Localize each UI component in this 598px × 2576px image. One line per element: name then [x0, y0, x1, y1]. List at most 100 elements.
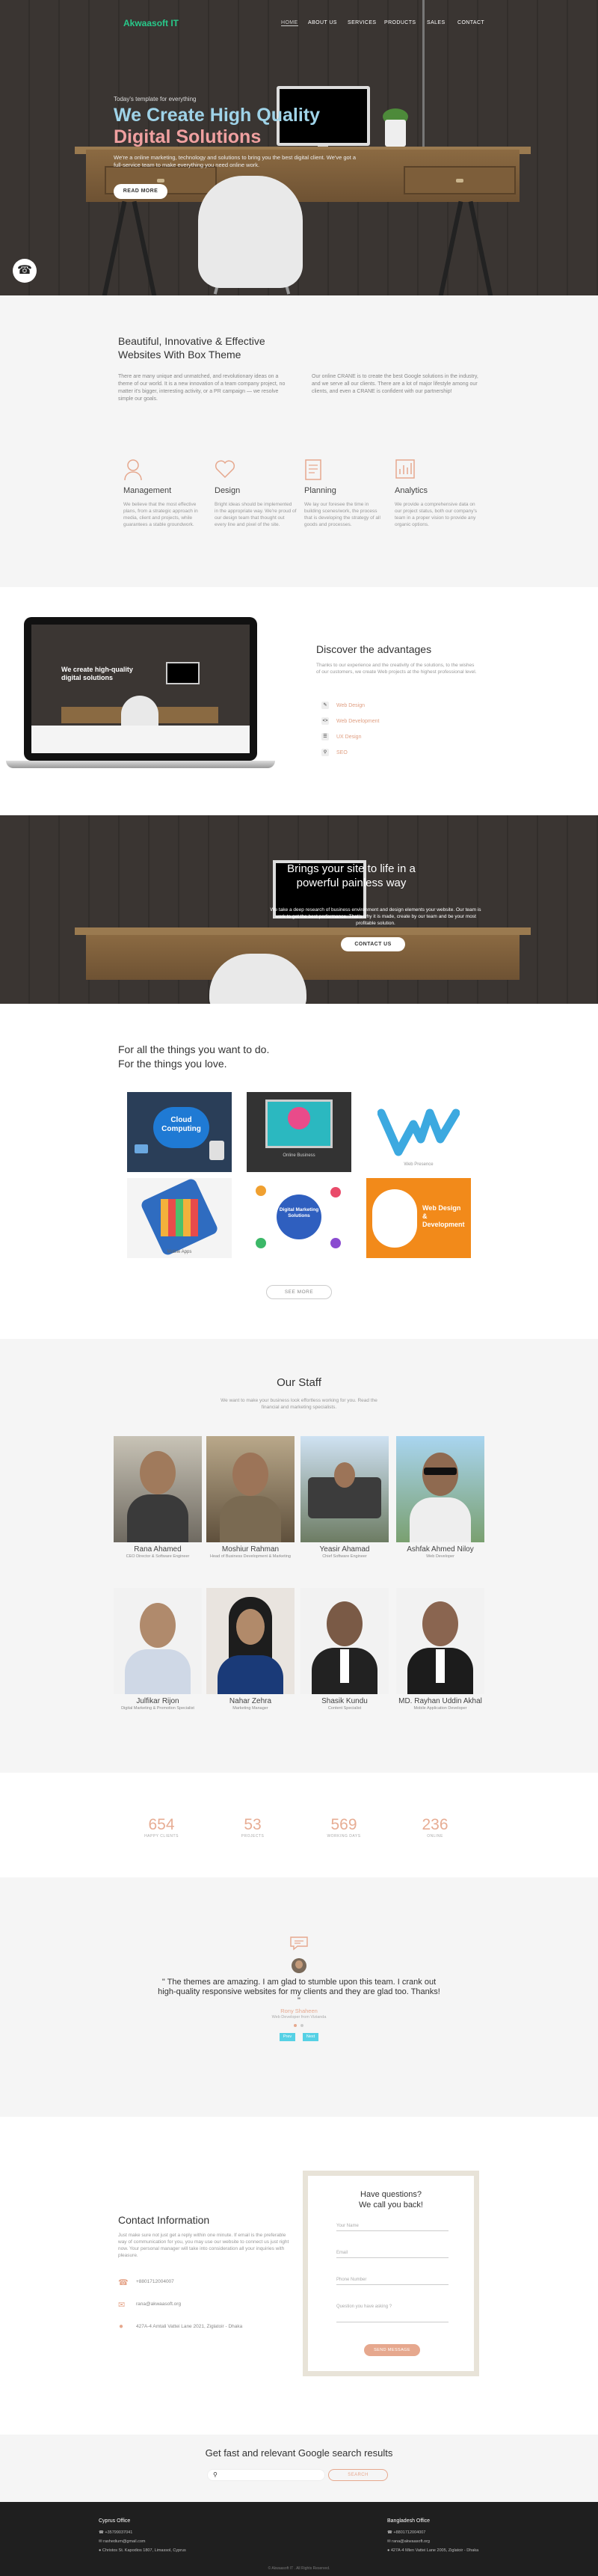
testimonial-author: Rony Shaheen [280, 2008, 318, 2014]
staff-card[interactable]: MD. Rayhan Uddin Akhal Mobile Applicatio… [396, 1588, 484, 1711]
brings-text: We take a deep research of business envi… [270, 907, 481, 926]
name-field[interactable]: Your Name [336, 2224, 449, 2231]
contact-section: Contact Information Just make sure not j… [0, 2117, 598, 2435]
code-icon: <> [321, 717, 329, 725]
tile-digital-marketing[interactable]: Digital Marketing Solutions [247, 1178, 351, 1258]
tile-web-design-development[interactable]: Web Design & Development [366, 1178, 471, 1258]
nav-services[interactable]: SERVICES [348, 20, 376, 25]
laptop-screen-title: We create high-quality digital solutions [61, 666, 133, 681]
advantages-text: Thanks to our experience and the creativ… [316, 663, 477, 675]
footer-text: Christos St. Kapodios 1807, Limassol, Cy… [102, 2548, 186, 2553]
prev-button[interactable]: Prev [280, 2033, 295, 2041]
advantage-label: UX Design [336, 735, 362, 740]
next-button[interactable]: Next [303, 2033, 318, 2041]
footer-right-phone[interactable]: ☎ +8801712004007 [387, 2530, 425, 2535]
form-title: Have questions? We call you back! [308, 2189, 474, 2210]
contact-us-button[interactable]: CONTACT US [341, 937, 405, 951]
chart-icon [395, 459, 477, 484]
question-field[interactable]: Question you have asking ? [336, 2304, 449, 2322]
advantage-item[interactable]: ⚲ SEO [321, 749, 348, 756]
staff-card[interactable]: Shasik Kundu Content Specialist [300, 1588, 389, 1711]
feature-text: We provide a comprehensive data on our p… [395, 502, 477, 527]
testimonial-section: " The themes are amazing. I am glad to s… [0, 1877, 598, 2117]
contact-text: Just make sure not just get a reply with… [118, 2233, 289, 2258]
advantage-item[interactable]: ✎ Web Design [321, 702, 365, 709]
google-search-input[interactable]: ⚲ [207, 2469, 325, 2481]
slider-dot-active[interactable] [294, 2024, 297, 2027]
footer-text: rana@akwaasoft.org [392, 2539, 430, 2544]
staff-role: Chief Software Engineer [322, 1554, 367, 1559]
send-message-button[interactable]: SEND MESSAGE [364, 2344, 420, 2356]
tile-mobile-apps[interactable]: Mobile Apps [127, 1178, 232, 1258]
feature-title: Planning [304, 486, 336, 495]
staff-photo [300, 1436, 389, 1542]
laptop-mockup: We create high-quality digital solutions [24, 617, 257, 761]
contact-title: Contact Information [118, 2214, 210, 2226]
laptop-screen-lower [31, 726, 250, 753]
email-field[interactable]: Email [336, 2251, 449, 2258]
stat-counter: 236 ONLINE [409, 1816, 461, 1839]
staff-card[interactable]: Julfikar Rijon Digital Marketing & Promo… [114, 1588, 202, 1711]
nav-contact[interactable]: CONTACT [457, 20, 484, 25]
advantage-item[interactable]: <> Web Development [321, 717, 379, 725]
staff-name: MD. Rayhan Uddin Akhal [398, 1697, 482, 1705]
contact-phone[interactable]: +8801712004007 [136, 2279, 174, 2284]
footer-right-email[interactable]: ✉ rana@akwaasoft.org [387, 2539, 430, 2544]
brings-title: Brings your site to life in a powerful p… [247, 862, 456, 890]
brings-section: Brings your site to life in a powerful p… [0, 815, 598, 1004]
stat-counter: 654 HAPPY CLIENTS [135, 1816, 188, 1839]
form-title-line1: Have questions? [360, 2190, 422, 2199]
tile-label: Online Business [283, 1153, 315, 1158]
callback-form: Have questions? We call you back! Your N… [303, 2171, 479, 2376]
phone-icon[interactable]: ☎ [13, 259, 37, 283]
slider-dot[interactable] [300, 2024, 303, 2027]
stats-section: 654 HAPPY CLIENTS 53 PROJECTS 569 WORKING D… [0, 1773, 598, 1877]
feature-text: We believe that the most effective plans… [123, 502, 198, 527]
contact-email[interactable]: rana@akwaasoft.org [136, 2301, 181, 2307]
staff-section: Our Staff We want to make your business … [0, 1339, 598, 1773]
staff-card[interactable]: Yeasir Ahamad Chief Software Engineer [300, 1436, 389, 1560]
heart-icon [215, 459, 297, 484]
staff-name: Moshiur Rahman [221, 1545, 280, 1554]
staff-name: Shasik Kundu [321, 1697, 368, 1705]
stat-label: HAPPY CLIENTS [144, 1834, 179, 1839]
staff-photo [114, 1588, 202, 1694]
plant-pot [385, 120, 406, 147]
layers-icon: ☰ [321, 733, 329, 740]
google-search-section: Get fast and relevant Google search resu… [0, 2435, 598, 2502]
nav-about[interactable]: ABOUT US [308, 20, 337, 25]
testimonial-avatar [292, 1958, 306, 1973]
read-more-button[interactable]: READ MORE [114, 184, 167, 199]
tile-label: Web Presence [404, 1162, 434, 1167]
nav-home[interactable]: HOME [281, 20, 298, 26]
staff-card[interactable]: Nahar Zehra Marketing Manager [206, 1588, 295, 1711]
staff-name: Julfikar Rijon [136, 1697, 179, 1705]
footer-left-email[interactable]: ✉ rashedium@gmail.com [99, 2539, 145, 2544]
staff-card[interactable]: Rana Ahamed CEO Director & Software Engi… [114, 1436, 202, 1560]
stat-value: 569 [330, 1816, 357, 1833]
staff-card[interactable]: Moshiur Rahman Head of Business Developm… [206, 1436, 295, 1560]
advantage-item[interactable]: ☰ UX Design [321, 733, 362, 740]
staff-card[interactable]: Ashfak Ahmed Nilоy Web Developer [396, 1436, 484, 1560]
feature-analytics: Analytics We provide a comprehensive dat… [395, 459, 477, 528]
tile-web-presence[interactable]: Web Presence [366, 1092, 471, 1172]
feature-text: We lay our foresee the time in building … [304, 502, 380, 527]
tile-label: Mobile Apps [167, 1250, 192, 1254]
tile-online-business[interactable]: Online Business [247, 1092, 351, 1172]
google-search-button[interactable]: SEARCH [328, 2469, 388, 2481]
nav-sales[interactable]: SALES [427, 20, 446, 25]
contact-address: 427A-4 Amtali Vattei Lane 2021, Ziglatoi… [136, 2324, 243, 2329]
see-more-button[interactable]: SEE MORE [266, 1285, 332, 1299]
nav-products[interactable]: PRODUCTS [384, 20, 416, 25]
staff-title: Our Staff [277, 1376, 321, 1389]
hero-title-line2: Digital Solutions [114, 126, 262, 147]
about-title: Beautiful, Innovative & Effective Websit… [118, 334, 342, 361]
staff-photo [206, 1588, 295, 1694]
staff-role: Head of Business Development & Marketing [210, 1554, 291, 1559]
quote-bubble-icon [289, 1936, 309, 1951]
site-logo[interactable]: Akwaasoft IT [123, 18, 179, 28]
footer-left-phone[interactable]: ☎ +35799037041 [99, 2530, 132, 2535]
phone-field[interactable]: Phone Number [336, 2278, 449, 2285]
hero-subtitle: We're a online marketing, technology and… [114, 154, 357, 168]
tile-cloud-computing[interactable]: Cloud Computing [127, 1092, 232, 1172]
